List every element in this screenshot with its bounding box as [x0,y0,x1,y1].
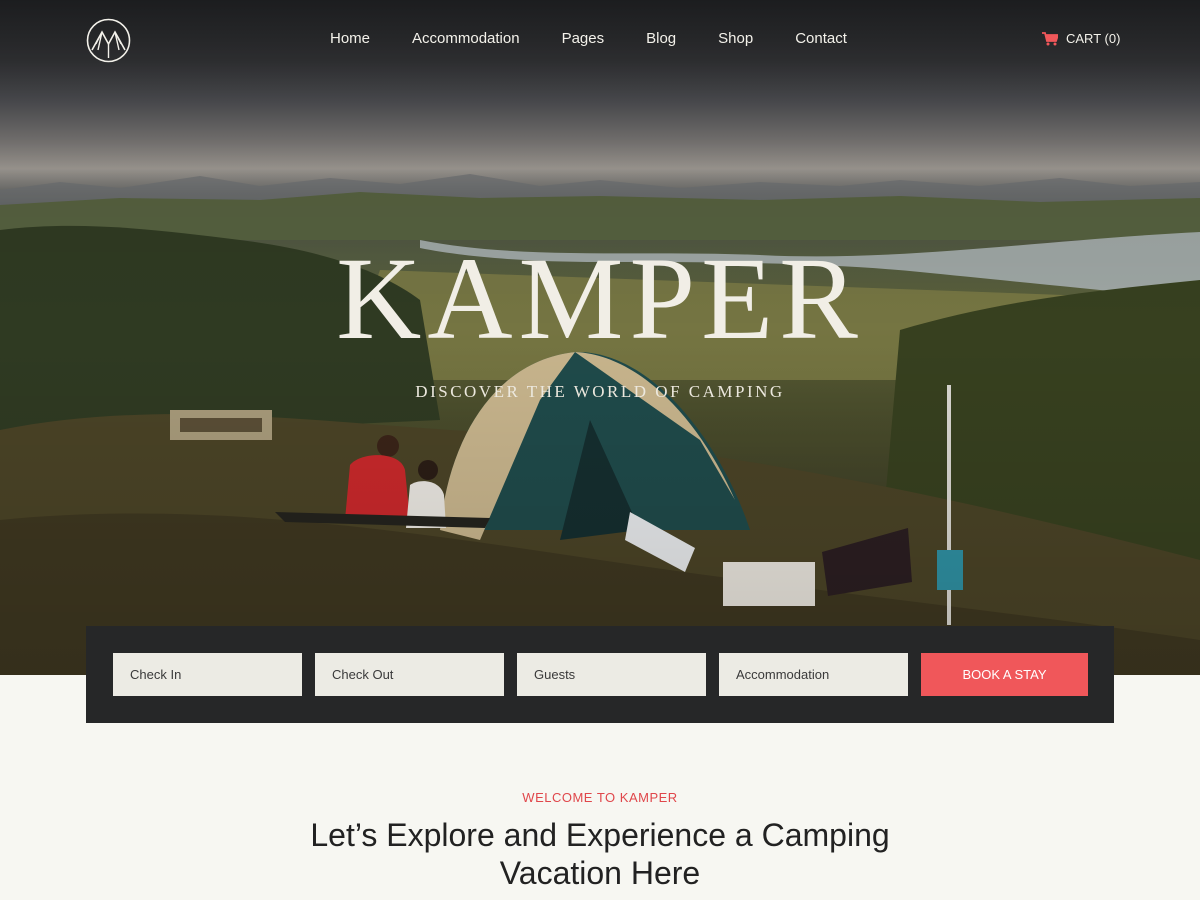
book-a-stay-button[interactable]: BOOK A STAY [921,653,1088,696]
guests-field[interactable]: Guests [517,653,706,696]
booking-bar: Check In Check Out Guests Accommodation … [86,626,1114,723]
hero-section: KAMPER DISCOVER THE WORLD OF CAMPING [0,0,1200,675]
main-menu: Home Accommodation Pages Blog Shop Conta… [330,30,847,47]
mountain-tent-logo-icon[interactable] [86,18,131,63]
welcome-title: Let’s Explore and Experience a Camping V… [310,817,890,891]
welcome-kicker: WELCOME TO KAMPER [522,790,678,805]
hero-subtitle: DISCOVER THE WORLD OF CAMPING [415,382,785,401]
accommodation-field[interactable]: Accommodation [719,653,908,696]
check-out-field[interactable]: Check Out [315,653,504,696]
nav-item-blog[interactable]: Blog [646,30,676,47]
nav-item-accommodation[interactable]: Accommodation [412,30,520,47]
cart-icon [1042,31,1058,45]
top-navigation: Home Accommodation Pages Blog Shop Conta… [0,0,1200,80]
hero-title: KAMPER [336,233,864,364]
nav-item-shop[interactable]: Shop [718,30,753,47]
nav-item-home[interactable]: Home [330,30,370,47]
nav-item-contact[interactable]: Contact [795,30,847,47]
check-in-field[interactable]: Check In [113,653,302,696]
nav-item-pages[interactable]: Pages [562,30,605,47]
cart-label: CART (0) [1066,31,1121,46]
cart-link[interactable]: CART (0) [1042,31,1120,46]
